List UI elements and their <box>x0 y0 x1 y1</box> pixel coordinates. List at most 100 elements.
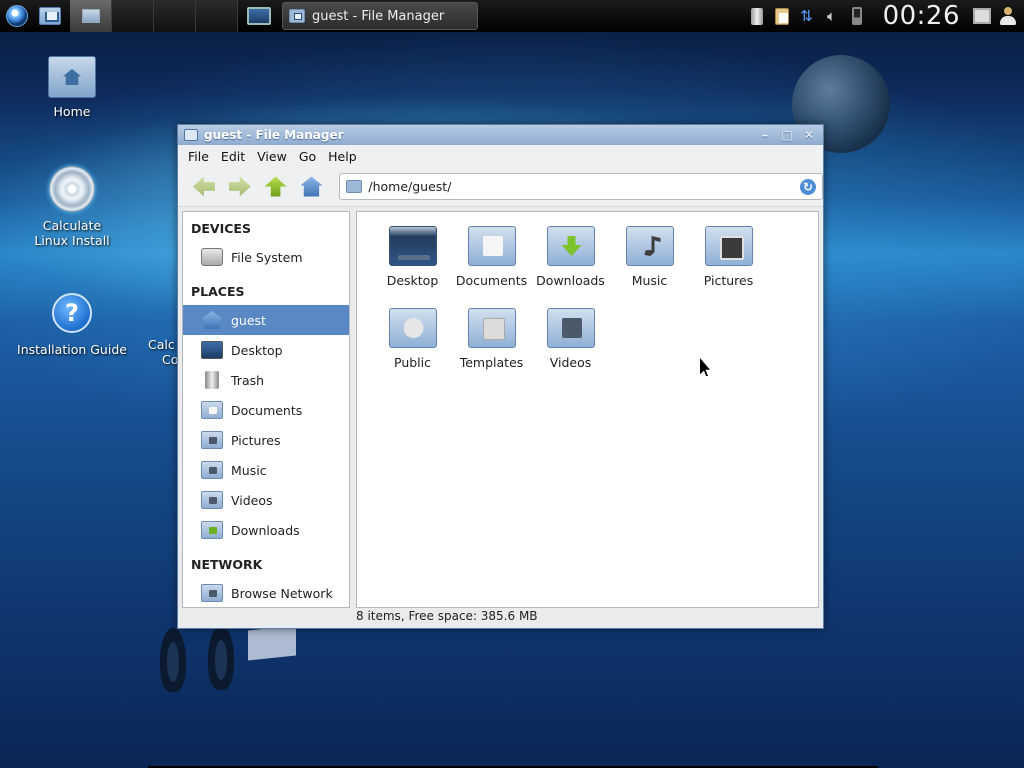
file-item-label: Templates <box>459 355 524 370</box>
sidebar-item-pictures[interactable]: Pictures <box>183 425 349 455</box>
home-launcher-icon[interactable] <box>34 2 66 30</box>
file-item-templates[interactable]: Templates <box>452 308 531 382</box>
status-bar: 8 items, Free space: 385.6 MB <box>356 609 538 623</box>
file-item-downloads[interactable]: Downloads <box>531 226 610 300</box>
network-icon[interactable]: ⇅ <box>798 6 816 26</box>
file-manager-icon <box>289 9 305 23</box>
up-button[interactable] <box>260 172 292 202</box>
public-folder-icon <box>388 308 437 348</box>
volume-icon[interactable]: 🔈︎ <box>823 6 841 26</box>
desktop-icon-home[interactable]: Home <box>12 56 132 119</box>
sidebar-item-label: File System <box>231 249 303 265</box>
close-button[interactable]: ✕ <box>799 127 819 143</box>
sidebar-item-browse-network[interactable]: Browse Network <box>183 578 349 608</box>
workspace-1[interactable] <box>70 0 112 32</box>
back-button[interactable] <box>188 172 220 202</box>
battery-icon[interactable] <box>848 6 866 26</box>
forward-button[interactable] <box>224 172 256 202</box>
clipboard-icon[interactable] <box>773 6 791 26</box>
videos-folder-icon <box>201 491 223 509</box>
workspace-3[interactable] <box>154 0 196 32</box>
desktop-icon-label: Home <box>53 104 91 119</box>
show-desktop-icon[interactable] <box>242 2 276 30</box>
music-folder-icon <box>625 226 674 266</box>
reload-icon[interactable]: ↻ <box>800 178 817 195</box>
sidebar-header-network: NETWORK <box>191 557 263 572</box>
sidebar-header-devices: DEVICES <box>191 221 251 236</box>
sidebar-header-places: PLACES <box>191 284 245 299</box>
home-icon <box>201 311 223 329</box>
sidebar-item-music[interactable]: Music <box>183 455 349 485</box>
file-view: Desktop Documents Downloads Music Pictur… <box>356 211 819 608</box>
menu-edit[interactable]: Edit <box>215 147 251 166</box>
sidebar-item-desktop[interactable]: Desktop <box>183 335 349 365</box>
back-arrow-icon <box>192 176 215 197</box>
penguin-decoration <box>208 626 234 690</box>
videos-folder-icon <box>546 308 595 348</box>
home-button[interactable] <box>296 172 328 202</box>
file-item-documents[interactable]: Documents <box>452 226 531 300</box>
file-item-label: Desktop <box>386 273 439 288</box>
penguin-decoration <box>160 628 186 692</box>
sidebar-item-guest[interactable]: guest <box>183 305 349 335</box>
desktop-icon-installation-guide[interactable]: ? Installation Guide <box>12 290 132 357</box>
toolbar: /home/guest/ ↻ <box>178 167 824 207</box>
file-item-videos[interactable]: Videos <box>531 308 610 382</box>
file-manager-window: guest - File Manager – □ ✕ File Edit Vie… <box>177 124 824 629</box>
home-folder-icon <box>48 56 96 98</box>
top-panel: guest - File Manager ⇅ 🔈︎ 00:26 <box>0 0 1024 32</box>
sidebar-item-videos[interactable]: Videos <box>183 485 349 515</box>
maximize-button[interactable]: □ <box>777 127 797 143</box>
trash-tray-icon[interactable] <box>748 6 766 26</box>
user-icon[interactable] <box>998 6 1016 26</box>
file-item-label: Music <box>631 273 668 288</box>
home-icon <box>300 176 323 197</box>
menu-go[interactable]: Go <box>293 147 322 166</box>
sidebar-item-label: Pictures <box>231 432 281 448</box>
menu-view[interactable]: View <box>251 147 293 166</box>
taskbar-title: guest - File Manager <box>312 8 445 24</box>
desktop-icon-label: Calculate Linux Install <box>34 218 110 248</box>
file-item-label: Public <box>394 355 431 370</box>
location-bar[interactable]: /home/guest/ ↻ <box>339 173 824 200</box>
folder-icon <box>346 180 363 193</box>
window-titlebar[interactable]: guest - File Manager – □ ✕ <box>178 125 823 145</box>
file-item-public[interactable]: Public <box>373 308 452 382</box>
file-item-label: Videos <box>549 355 592 370</box>
sidebar-item-trash[interactable]: Trash <box>183 365 349 395</box>
file-item-desktop[interactable]: Desktop <box>373 226 452 300</box>
window-title: guest - File Manager <box>204 128 344 142</box>
pictures-folder-icon <box>704 226 753 266</box>
sidebar-item-label: Downloads <box>231 522 300 538</box>
workspace-pager <box>70 0 238 32</box>
sidebar-item-label: guest <box>231 312 266 328</box>
screen-icon[interactable] <box>973 6 991 26</box>
desktop-icon-label: Calc <box>148 337 175 352</box>
documents-folder-icon <box>201 401 223 419</box>
desktop-folder-icon <box>388 226 437 266</box>
workspace-2[interactable] <box>112 0 154 32</box>
pictures-folder-icon <box>201 431 223 449</box>
calculate-menu-icon[interactable] <box>0 2 34 30</box>
sidebar-item-documents[interactable]: Documents <box>183 395 349 425</box>
file-item-pictures[interactable]: Pictures <box>689 226 768 300</box>
taskbar-button-file-manager[interactable]: guest - File Manager <box>282 2 478 30</box>
menu-file[interactable]: File <box>182 147 215 166</box>
workspace-4[interactable] <box>196 0 238 32</box>
clock[interactable]: 00:26 <box>883 1 960 31</box>
templates-folder-icon <box>467 308 516 348</box>
sidebar-item-label: Desktop <box>231 342 283 358</box>
desktop-icon-install[interactable]: Calculate Linux Install <box>12 166 132 248</box>
file-manager-icon <box>184 129 198 141</box>
documents-folder-icon <box>467 226 516 266</box>
file-grid: Desktop Documents Downloads Music Pictur… <box>373 226 768 382</box>
sidebar-item-label: Trash <box>231 372 265 388</box>
sidebar-item-file-system[interactable]: File System <box>183 242 349 272</box>
sidebar-item-downloads[interactable]: Downloads <box>183 515 349 545</box>
minimize-button[interactable]: – <box>755 127 775 143</box>
file-item-music[interactable]: Music <box>610 226 689 300</box>
network-folder-icon <box>201 584 223 602</box>
desktop-icon-partial[interactable]: Calc Co <box>148 337 178 367</box>
sidebar: DEVICES File System PLACES guest Desktop… <box>182 211 350 608</box>
menu-help[interactable]: Help <box>322 147 363 166</box>
